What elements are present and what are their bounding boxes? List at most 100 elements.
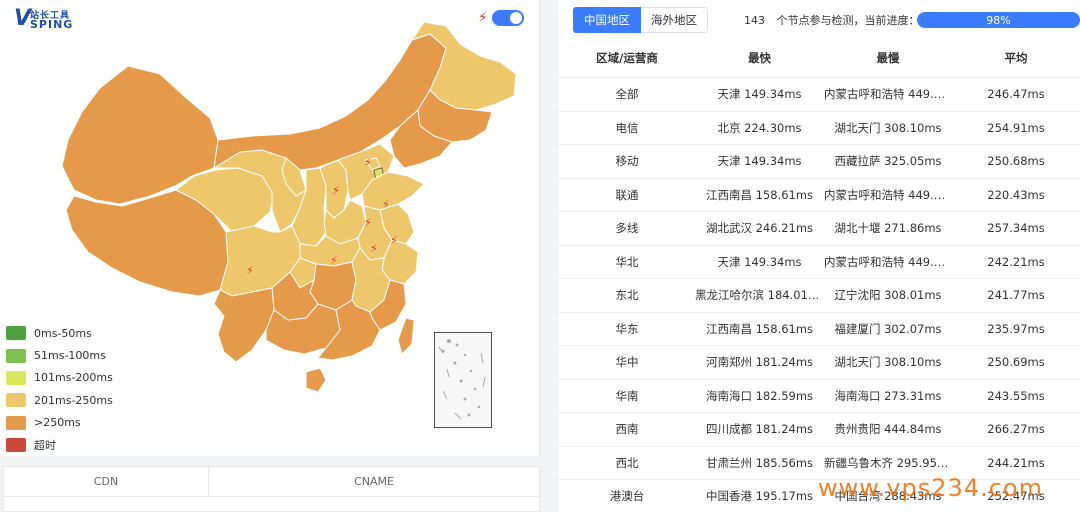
cell-average: 241.77ms [987, 288, 1045, 303]
bolt-icon: ⚡ [390, 234, 398, 247]
cell-fastest: 天津 149.34ms [717, 154, 802, 169]
cell-average: 257.34ms [987, 221, 1045, 236]
cell-fastest: 黑龙江哈尔滨 184.01ms [695, 288, 824, 303]
cell-slowest: 辽宁沈阳 308.01ms [834, 288, 942, 303]
cell-region: 多线 [615, 221, 639, 236]
table-row[interactable]: 西南 四川成都 181.24ms 贵州贵阳 444.84ms 266.27ms [559, 413, 1080, 447]
cell-slowest: 湖北十堰 271.86ms [834, 221, 942, 236]
cell-fastest: 河南郑州 181.24ms [705, 355, 814, 370]
cell-slowest: 中国台湾 288.43ms [834, 489, 942, 504]
cell-average: 242.21ms [987, 254, 1045, 269]
cell-average: 254.91ms [987, 120, 1045, 135]
cname-column-header: CNAME [354, 475, 394, 488]
cell-slowest: 湖北天门 308.10ms [834, 120, 942, 135]
cdn-table-header: CDN CNAME [4, 467, 539, 497]
legend-label: 101ms-200ms [34, 371, 113, 385]
results-header-row: 区域/运营商 最快 最慢 平均 [559, 39, 1080, 78]
cell-average: 250.68ms [987, 154, 1045, 169]
results-table: 区域/运营商 最快 最慢 平均 全部 天津 149.34ms 内蒙古呼和浩特 449… [559, 39, 1080, 512]
results-body: 全部 天津 149.34ms 内蒙古呼和浩特 449.7... 246.47ms 电信北… [559, 78, 1080, 512]
region-taiwan[interactable] [397, 317, 415, 355]
legend-item: 101ms-200ms [6, 367, 113, 389]
cell-fastest: 中国香港 195.17ms [705, 489, 814, 504]
legend-swatch [6, 326, 26, 341]
cell-average: 246.47ms [987, 87, 1045, 102]
legend-item: 超时 [6, 434, 113, 456]
legend-item: >250ms [6, 412, 113, 434]
cell-average: 235.97ms [987, 321, 1045, 336]
legend-swatch [6, 415, 26, 430]
cell-region: 华南 [615, 388, 639, 403]
progress-label: 98% [986, 13, 1011, 27]
legend-swatch [6, 348, 26, 363]
table-row[interactable]: 多线 湖北武汉 246.21ms 湖北十堰 271.86ms 257.34ms [559, 212, 1080, 246]
cell-slowest: 内蒙古呼和浩特 449.7... [824, 187, 952, 202]
logo-v-mark: V [14, 6, 32, 31]
table-row[interactable]: 港澳台 中国香港 195.17ms 中国台湾 288.43ms 252.47ms [559, 480, 1080, 512]
legend-swatch [6, 393, 26, 408]
cell-slowest: 西藏拉萨 325.05ms [834, 154, 942, 169]
legend-swatch [6, 438, 26, 453]
south-china-sea-inset [434, 332, 492, 428]
cell-region: 移动 [615, 154, 639, 169]
legend-label: 201ms-250ms [34, 393, 113, 407]
table-row[interactable]: 华南 海南海口 182.59ms 海南海口 273.31ms 243.55ms [559, 380, 1080, 413]
progress-bar: 98% [917, 12, 1080, 28]
cell-fastest: 四川成都 181.24ms [705, 422, 814, 437]
legend-label: >250ms [34, 416, 81, 430]
cell-region: 电信 [615, 120, 639, 135]
cell-slowest: 内蒙古呼和浩特 449.7... [824, 87, 952, 102]
table-row[interactable]: 西北 甘肃兰州 185.56ms 新疆乌鲁木齐 295.95ms 244.21ms [559, 447, 1080, 480]
cell-average: 252.47ms [987, 489, 1045, 504]
brand-logo: V 站长工具 SPING [14, 6, 76, 31]
table-row[interactable]: 移动 天津 149.34ms 西藏拉萨 325.05ms 250.68ms [559, 145, 1080, 179]
header-slowest: 最慢 [876, 51, 900, 65]
status-text: 个节点参与检测，当前进度： [776, 14, 920, 27]
cell-slowest: 海南海口 273.31ms [834, 388, 942, 403]
cell-fastest: 江西南昌 158.61ms [705, 321, 814, 336]
results-panel: 中国地区 海外地区 143 个节点参与检测，当前进度： 98% 区域/运营商 最… [559, 0, 1080, 512]
cell-fastest: 湖北武汉 246.21ms [705, 221, 814, 236]
cell-region: 联通 [615, 187, 639, 202]
bolt-icon: ⚡ [332, 184, 340, 197]
cell-average: 266.27ms [987, 422, 1045, 437]
header-average: 平均 [1004, 51, 1028, 65]
region-hainan[interactable] [305, 367, 327, 393]
bolt-icon: ⚡ [364, 216, 372, 229]
table-row[interactable]: 华北 天津 149.34ms 内蒙古呼和浩特 449.7... 242.21ms [559, 246, 1080, 279]
table-row[interactable]: 东北 黑龙江哈尔滨 184.01ms 辽宁沈阳 308.01ms 241.77ms [559, 279, 1080, 313]
node-count-status: 143 个节点参与检测，当前进度： [744, 12, 920, 28]
region-tabs-bar: 中国地区 海外地区 143 个节点参与检测，当前进度： [573, 7, 920, 33]
legend-item: 51ms-100ms [6, 344, 113, 366]
lightning-toggle-group: ⚡ [478, 9, 524, 27]
legend-label: 0ms-50ms [34, 326, 92, 340]
cell-region: 华北 [615, 254, 639, 269]
cell-region: 全部 [615, 87, 639, 102]
table-row[interactable]: 华东 江西南昌 158.61ms 福建厦门 302.07ms 235.97ms [559, 313, 1080, 346]
bolt-icon: ⚡ [364, 156, 372, 169]
header-fastest: 最快 [748, 51, 771, 65]
cdn-table: CDN CNAME [3, 466, 540, 512]
bolt-icon: ⚡ [382, 198, 390, 211]
cell-fastest: 天津 149.34ms [717, 87, 802, 102]
tab-overseas[interactable]: 海外地区 [641, 7, 708, 33]
cell-slowest: 新疆乌鲁木齐 295.95ms [824, 455, 952, 470]
cell-region: 西北 [615, 455, 639, 470]
lightning-toggle[interactable] [491, 10, 524, 26]
tab-china[interactable]: 中国地区 [573, 7, 641, 33]
table-row[interactable]: 华中 河南郑州 181.24ms 湖北天门 308.10ms 250.69ms [559, 346, 1080, 380]
node-count: 143 [744, 14, 765, 27]
table-row[interactable]: 联通 江西南昌 158.61ms 内蒙古呼和浩特 449.7... 220.43ms [559, 179, 1080, 212]
cdn-column-header: CDN [4, 467, 209, 496]
region-yunnan[interactable] [213, 287, 275, 363]
cell-fastest: 海南海口 182.59ms [705, 388, 814, 403]
cell-region: 西南 [615, 422, 639, 437]
table-row[interactable]: 电信 北京 224.30ms 湖北天门 308.10ms 254.91ms [559, 112, 1080, 145]
legend-swatch [6, 370, 26, 385]
cell-slowest: 贵州贵阳 444.84ms [834, 422, 942, 437]
map-card: ⚡ ⚡ ⚡ ⚡ ⚡ ⚡ ⚡ ⚡ V 站长工具 SPING ⚡ 0ms-50ms … [0, 0, 540, 456]
cell-region: 东北 [615, 288, 639, 303]
cell-fastest: 甘肃兰州 185.56ms [705, 455, 814, 470]
table-row[interactable]: 全部 天津 149.34ms 内蒙古呼和浩特 449.7... 246.47ms [559, 78, 1080, 112]
header-region: 区域/运营商 [596, 51, 658, 65]
